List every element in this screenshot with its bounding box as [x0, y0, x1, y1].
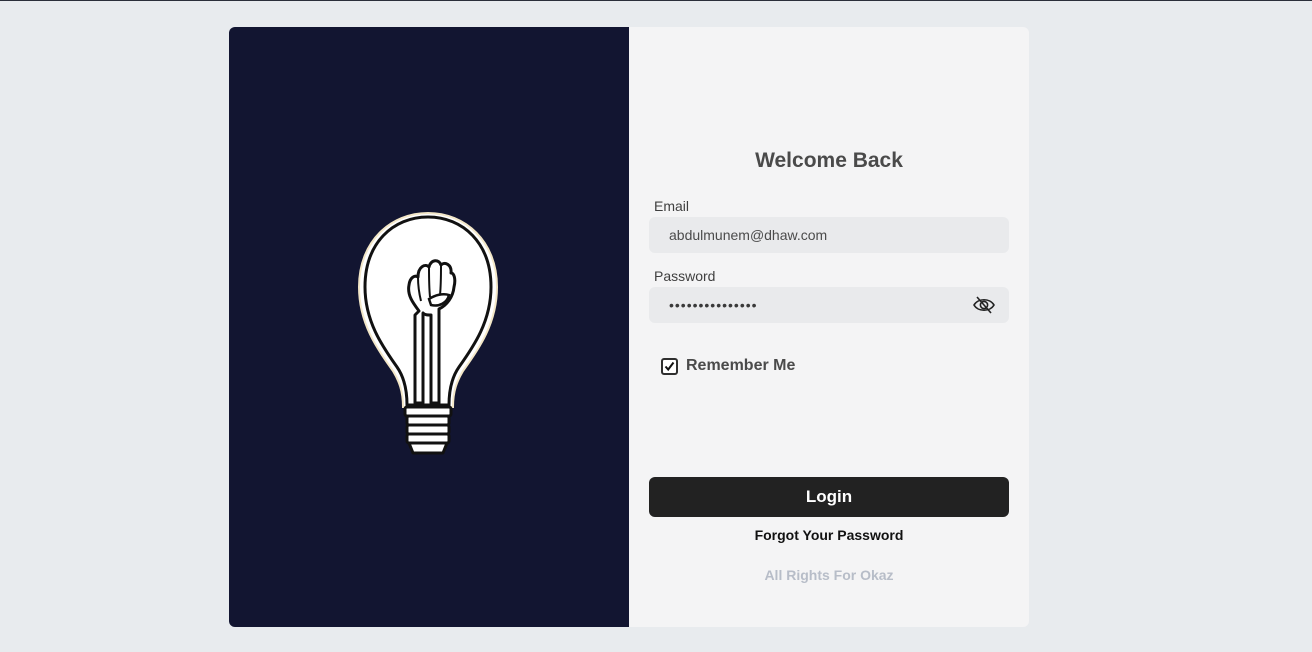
email-field-container: [649, 217, 1009, 253]
top-border: [0, 0, 1312, 1]
email-label: Email: [654, 198, 690, 214]
check-icon: [664, 361, 675, 371]
login-button[interactable]: Login: [649, 477, 1009, 517]
login-card: Welcome Back Email Password ••••••••••••…: [229, 27, 1029, 627]
password-value: •••••••••••••••: [669, 297, 758, 313]
remember-checkbox[interactable]: [661, 357, 678, 375]
lightbulb-fist-icon: [357, 211, 499, 455]
page-title: Welcome Back: [755, 149, 903, 172]
remember-label: Remember Me: [686, 357, 796, 374]
password-field[interactable]: •••••••••••••••: [649, 287, 1009, 323]
login-form-panel: Welcome Back Email Password ••••••••••••…: [629, 27, 1029, 627]
email-field[interactable]: [669, 227, 959, 243]
password-label: Password: [654, 268, 716, 284]
forgot-password-link[interactable]: Forgot Your Password: [629, 527, 1029, 543]
eye-slash-icon[interactable]: [973, 295, 995, 315]
footer-text: All Rights For Okaz: [764, 567, 894, 583]
illustration-panel: [229, 27, 629, 627]
remember-me[interactable]: Remember Me: [661, 357, 795, 375]
